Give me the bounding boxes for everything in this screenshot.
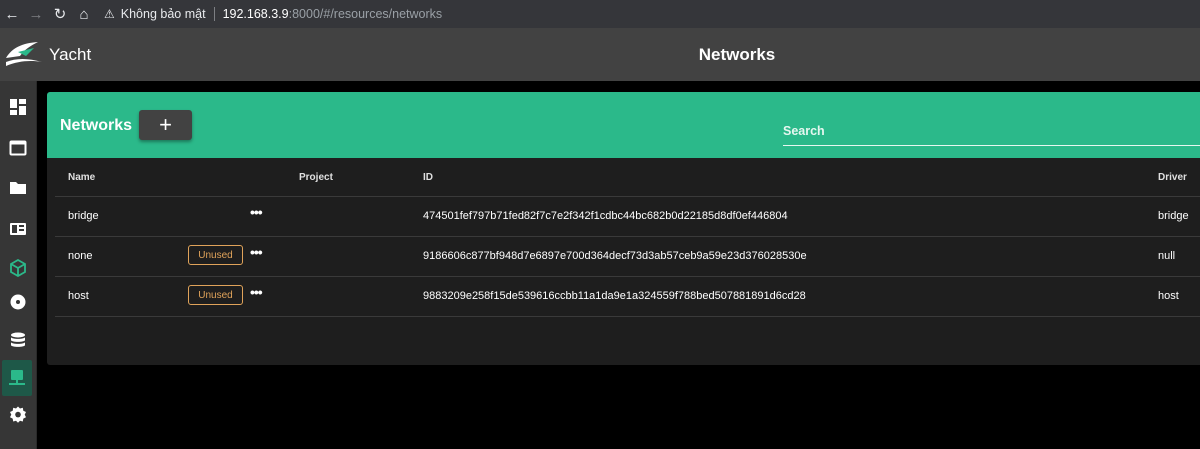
network-name[interactable]: none bbox=[68, 250, 92, 262]
networks-icon bbox=[9, 370, 25, 385]
resources-icon bbox=[10, 259, 26, 277]
home-icon[interactable]: ⌂ bbox=[72, 0, 96, 28]
networks-card: Networks + Name Project ID Driver bridge… bbox=[47, 92, 1200, 365]
table-row[interactable]: bridge ••• 474501fef797b71fed82f7c7e2f34… bbox=[55, 196, 1200, 236]
warning-icon[interactable]: ⚠ bbox=[104, 7, 115, 21]
more-actions-icon[interactable]: ••• bbox=[250, 204, 263, 220]
network-id: 9883209e258f15de539616ccbb11a1da9e1a3245… bbox=[423, 290, 806, 302]
address-bar[interactable]: ⚠ Không bảo mật 192.168.3.9 :8000/#/reso… bbox=[104, 0, 442, 28]
url-divider bbox=[213, 7, 215, 21]
add-network-button[interactable]: + bbox=[139, 110, 192, 140]
table-divider bbox=[55, 316, 1200, 317]
sidebar-item-volumes[interactable] bbox=[0, 322, 36, 358]
column-header-project[interactable]: Project bbox=[299, 172, 333, 183]
browser-toolbar: ← → ↻ ⌂ ⚠ Không bảo mật 192.168.3.9 :800… bbox=[0, 0, 1200, 28]
network-id: 9186606c877bf948d7e6897e700d364decf73d3a… bbox=[423, 250, 807, 262]
sidebar bbox=[0, 81, 37, 449]
column-header-id[interactable]: ID bbox=[423, 172, 433, 183]
page-title: Networks bbox=[698, 45, 776, 64]
sidebar-item-networks[interactable] bbox=[2, 360, 32, 396]
sidebar-item-resources[interactable] bbox=[0, 250, 36, 286]
search-field[interactable] bbox=[783, 118, 1200, 146]
unused-badge: Unused bbox=[188, 285, 243, 305]
table-row[interactable]: host Unused ••• 9883209e258f15de539616cc… bbox=[55, 276, 1200, 316]
sidebar-item-templates[interactable] bbox=[0, 211, 36, 247]
table-row[interactable]: none Unused ••• 9186606c877bf948d7e6897e… bbox=[55, 236, 1200, 276]
app-header: Yacht Networks bbox=[0, 28, 1200, 81]
network-id: 474501fef797b71fed82f7c7e2f342f1cdbc44bc… bbox=[423, 210, 788, 222]
column-header-name[interactable]: Name bbox=[68, 172, 95, 183]
settings-icon bbox=[10, 406, 26, 423]
sidebar-item-images[interactable] bbox=[0, 284, 36, 320]
network-driver: bridge bbox=[1158, 210, 1189, 222]
volumes-icon bbox=[11, 332, 25, 347]
more-actions-icon[interactable]: ••• bbox=[250, 284, 263, 300]
templates-icon bbox=[10, 223, 26, 235]
unused-badge: Unused bbox=[188, 245, 243, 265]
url-host: 192.168.3.9 bbox=[222, 7, 289, 21]
network-driver: host bbox=[1158, 290, 1179, 302]
network-driver: null bbox=[1158, 250, 1176, 262]
network-name[interactable]: bridge bbox=[68, 210, 99, 222]
card-title: Networks bbox=[60, 117, 133, 134]
reload-icon[interactable]: ↻ bbox=[48, 0, 72, 28]
url-path: :8000/#/resources/networks bbox=[288, 7, 443, 21]
sidebar-item-applications[interactable] bbox=[0, 130, 36, 166]
network-name[interactable]: host bbox=[68, 290, 89, 302]
search-input[interactable] bbox=[783, 118, 1200, 138]
more-actions-icon[interactable]: ••• bbox=[250, 244, 263, 260]
sidebar-item-dashboard[interactable] bbox=[0, 89, 36, 125]
applications-icon bbox=[9, 140, 27, 156]
security-label[interactable]: Không bảo mật bbox=[121, 7, 206, 21]
card-header: Networks + bbox=[47, 92, 1200, 158]
dashboard-icon bbox=[10, 99, 26, 115]
back-icon[interactable]: ← bbox=[0, 0, 24, 28]
sidebar-item-projects[interactable] bbox=[0, 170, 36, 206]
sidebar-item-settings[interactable] bbox=[0, 397, 36, 433]
forward-icon[interactable]: → bbox=[24, 0, 48, 28]
projects-icon bbox=[10, 182, 26, 194]
column-header-driver[interactable]: Driver bbox=[1158, 172, 1187, 183]
images-icon bbox=[10, 294, 26, 310]
